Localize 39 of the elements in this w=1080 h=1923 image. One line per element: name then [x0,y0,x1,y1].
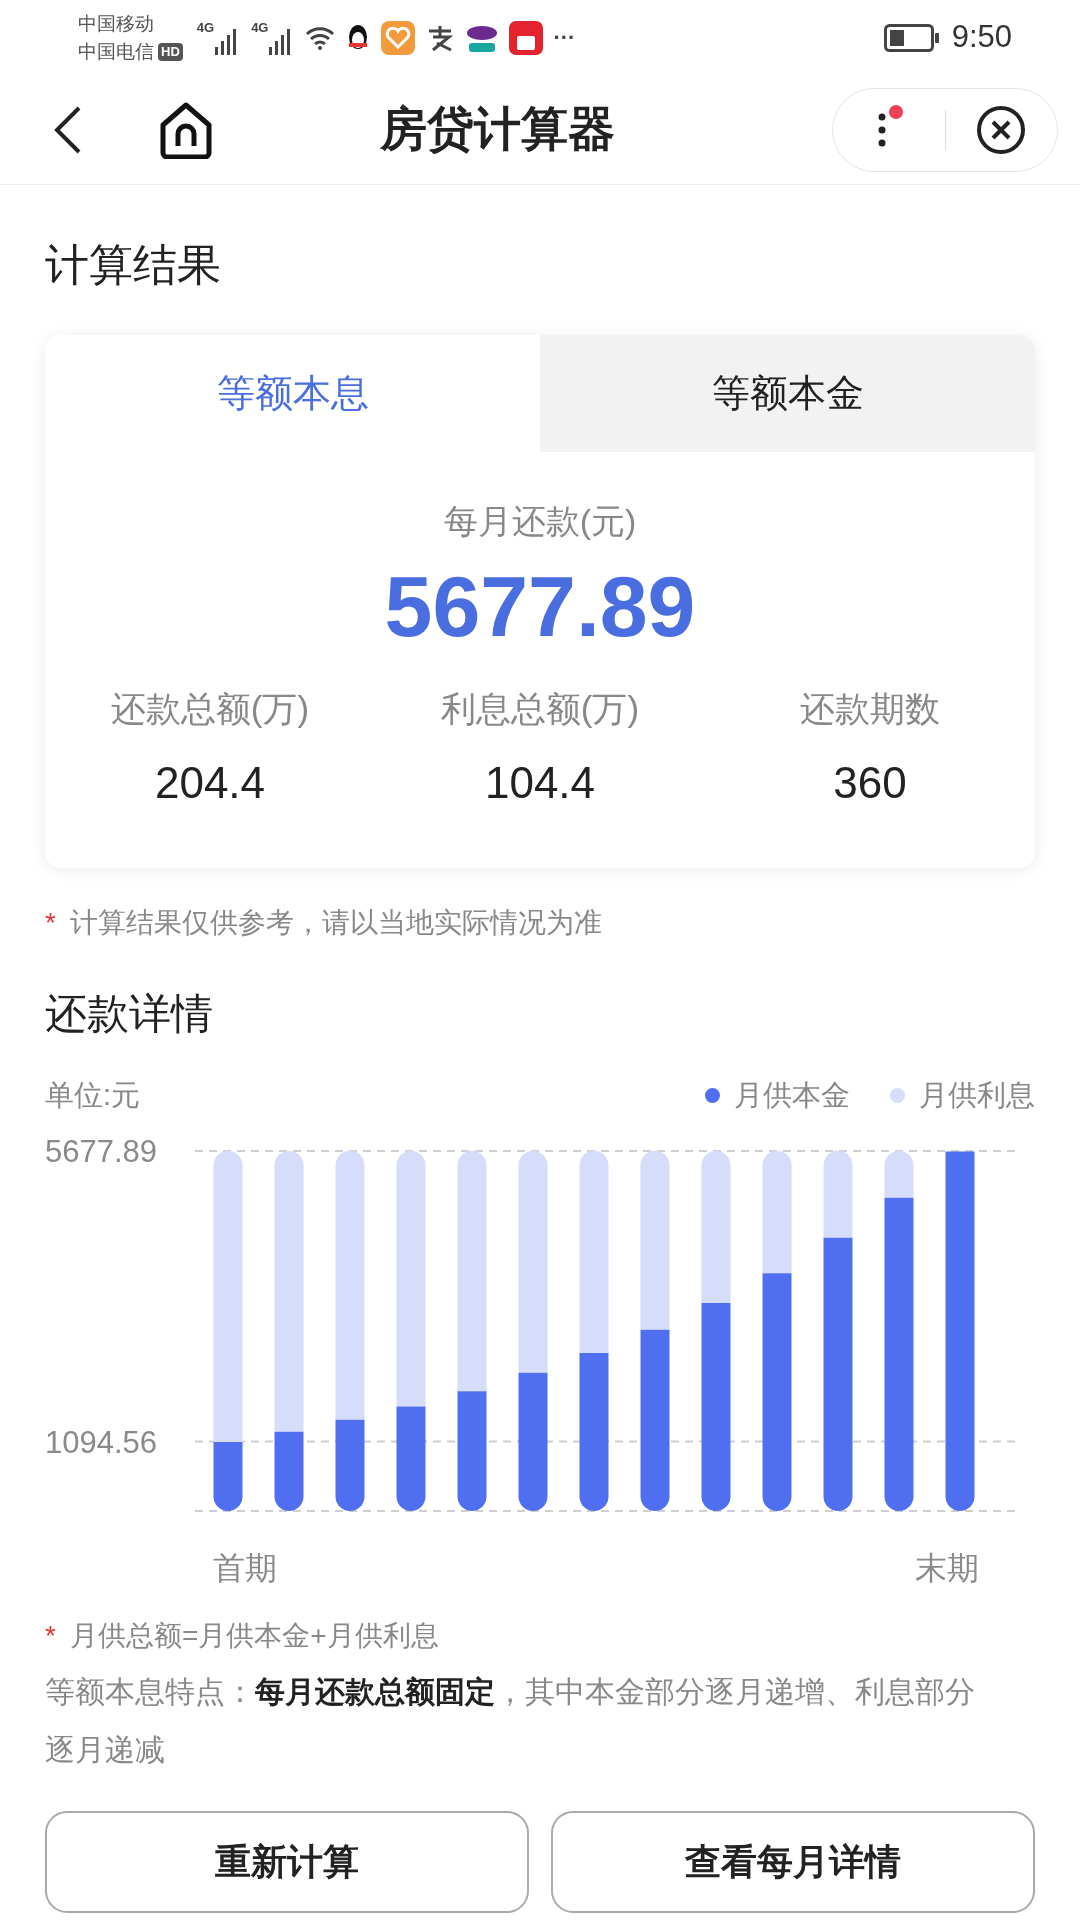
stat-label: 利息总额(万) [440,688,640,730]
app-icon [509,20,544,55]
page-title: 房贷计算器 [380,101,615,158]
more-notifications: ··· [553,24,576,52]
action-button[interactable]: 查看每月详情 [551,1811,1035,1913]
tab[interactable]: 等额本息 [45,335,540,452]
hd-badge: HD [158,42,183,61]
clock-time: 9:50 [951,18,1012,57]
axis-tick-label: 末期 [915,1550,979,1586]
stat-label: 还款期数 [800,688,940,730]
action-button[interactable]: 重新计算 [45,1811,529,1913]
stat-value: 360 [833,756,907,809]
principal-bar [213,1441,243,1511]
app-icon [381,20,416,55]
section-title: 计算结果 [45,239,222,291]
wifi-icon [305,25,336,50]
axis-tick-label: 1094.56 [45,1424,158,1460]
interest-bar [884,1150,914,1198]
carrier-name: 中国移动 [78,11,155,36]
stat-value: 104.4 [484,756,596,809]
legend-label: 月供利息 [919,1077,1035,1113]
tab[interactable]: 等额本金 [540,335,1035,452]
carrier-name: 中国电信 [78,39,154,64]
axis-tick-label: 首期 [213,1550,277,1586]
monthly-payment-amount: 5677.89 [384,557,696,656]
monthly-payment-label: 每月还款(元) [443,501,637,542]
disclaimer-text: 计算结果仅供参考，请以当地实际情况为准 [69,905,602,940]
note-text: 月供总额=月供本金+月供利息 [69,1619,439,1653]
battery-icon [883,23,940,52]
legend-label: 月供本金 [734,1077,850,1113]
stat-value: 204.4 [154,756,266,809]
required-mark: * [45,1619,56,1653]
description-text: 等额本息特点：每月还款总额固定，其中本金部分逐月递增、利息部分逐月递减 [45,1674,975,1768]
stat-label: 还款总额(万) [110,688,310,730]
close-icon [976,104,1027,155]
unit-label: 单位:元 [45,1077,141,1113]
required-mark: * [45,905,56,940]
axis-tick-label: 5677.89 [45,1134,158,1169]
section-title: 还款详情 [45,988,214,1039]
